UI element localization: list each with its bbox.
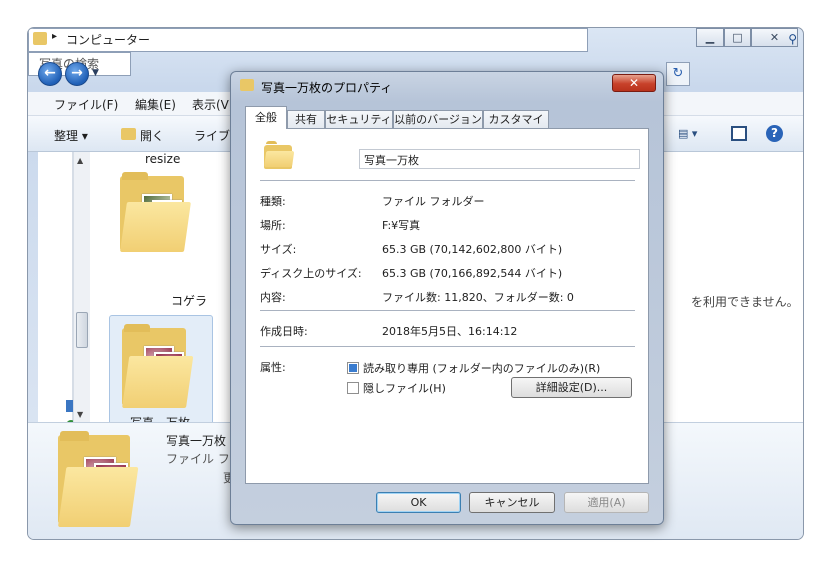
large-folder-icon: [264, 141, 295, 169]
scroll-thumb[interactable]: [76, 312, 88, 348]
navigation-pane[interactable]: [38, 152, 76, 430]
forward-arrow-icon[interactable]: →: [65, 62, 89, 86]
folder-name-input[interactable]: 写真一万枚: [359, 149, 640, 169]
dialog-close-button[interactable]: ✕: [612, 74, 656, 92]
tab-general[interactable]: 全般: [245, 106, 287, 129]
folder-icon: [33, 32, 47, 45]
cancel-button[interactable]: キャンセル: [469, 492, 555, 513]
readonly-label[interactable]: 読み取り専用 (フォルダー内のファイルのみ)(R): [363, 360, 600, 376]
divider: [260, 346, 635, 347]
location-value: F:¥写真: [382, 219, 421, 232]
menu-edit[interactable]: 編集(E): [135, 96, 176, 113]
contents-value: ファイル数: 11,820、フォルダー数: 0: [382, 291, 574, 304]
readonly-checkbox[interactable]: [347, 362, 359, 374]
size-value: 65.3 GB (70,142,602,800 バイト): [382, 243, 563, 256]
location-label: 場所:: [260, 219, 286, 232]
preview-pane-icon[interactable]: [731, 126, 747, 141]
hidden-label[interactable]: 隠しファイル(H): [363, 380, 446, 396]
menu-view[interactable]: 表示(V): [192, 96, 234, 113]
history-dropdown-icon[interactable]: ▼: [92, 68, 99, 78]
search-icon: ⚲: [788, 32, 797, 46]
item-label-resize[interactable]: resize: [145, 152, 180, 166]
menu-file[interactable]: ファイル(F): [54, 96, 118, 113]
disk-size-label: ディスク上のサイズ:: [260, 267, 362, 280]
folder-icon: [240, 79, 254, 91]
divider: [260, 180, 635, 181]
refresh-icon[interactable]: ↻: [666, 62, 690, 86]
details-name: 写真一万枚: [166, 434, 227, 448]
type-value: ファイル フォルダー: [382, 195, 485, 208]
open-button[interactable]: 開く: [140, 127, 164, 144]
maximize-button[interactable]: □: [724, 28, 751, 47]
dialog-title: 写真一万枚のプロパティ: [261, 81, 393, 95]
details-folder-icon: [58, 431, 139, 527]
library-button[interactable]: ライブ: [194, 127, 230, 144]
attributes-label: 属性:: [260, 361, 286, 374]
general-tab-panel: 写真一万枚 種類: ファイル フォルダー 場所: F:¥写真 サイズ: 65.3…: [245, 128, 649, 484]
organize-button[interactable]: 整理 ▾: [54, 127, 88, 144]
created-label: 作成日時:: [260, 325, 308, 338]
minimize-button[interactable]: ▁: [696, 28, 724, 47]
back-arrow-icon[interactable]: ←: [38, 62, 62, 86]
details-type: ファイル フ: [166, 452, 230, 466]
disk-size-value: 65.3 GB (70,166,892,544 バイト): [382, 267, 563, 280]
ok-button[interactable]: OK: [376, 492, 461, 513]
tab-customize[interactable]: カスタマイズ: [483, 110, 549, 143]
contents-label: 内容:: [260, 291, 286, 304]
apply-button[interactable]: 適用(A): [564, 492, 649, 513]
vertical-scrollbar[interactable]: ▲ ▼: [73, 152, 90, 422]
tab-previous-versions[interactable]: 以前のバージョン: [393, 110, 483, 129]
tab-sharing[interactable]: 共有: [287, 110, 325, 129]
item-label-kogera[interactable]: コゲラ: [171, 292, 207, 309]
type-label: 種類:: [260, 195, 286, 208]
tab-security[interactable]: セキュリティ: [325, 110, 393, 129]
view-options-icon[interactable]: ▤ ▾: [678, 127, 697, 140]
advanced-button[interactable]: 詳細設定(D)...: [511, 377, 632, 398]
divider: [260, 310, 635, 311]
folder-icon-kogera[interactable]: [120, 172, 191, 252]
hidden-checkbox[interactable]: [347, 382, 359, 394]
folder-item-selected[interactable]: 写真一万枚: [109, 315, 213, 435]
open-folder-icon: [121, 128, 136, 140]
breadcrumb-computer[interactable]: コンピューター: [66, 31, 150, 48]
scroll-up-icon[interactable]: ▲: [77, 156, 83, 165]
created-value: 2018年5月5日、16:14:12: [382, 325, 518, 338]
properties-dialog: 写真一万枚のプロパティ ✕ 全般 共有 セキュリティ 以前のバージョン カスタマ…: [230, 71, 664, 525]
scroll-down-icon[interactable]: ▼: [77, 410, 83, 419]
preview-unavailable-text: を利用できません。: [691, 295, 799, 309]
folder-icon-photos: [122, 324, 194, 408]
help-icon[interactable]: ?: [766, 125, 783, 142]
address-bar[interactable]: ▸ コンピューター: [28, 28, 588, 52]
size-label: サイズ:: [260, 243, 297, 256]
